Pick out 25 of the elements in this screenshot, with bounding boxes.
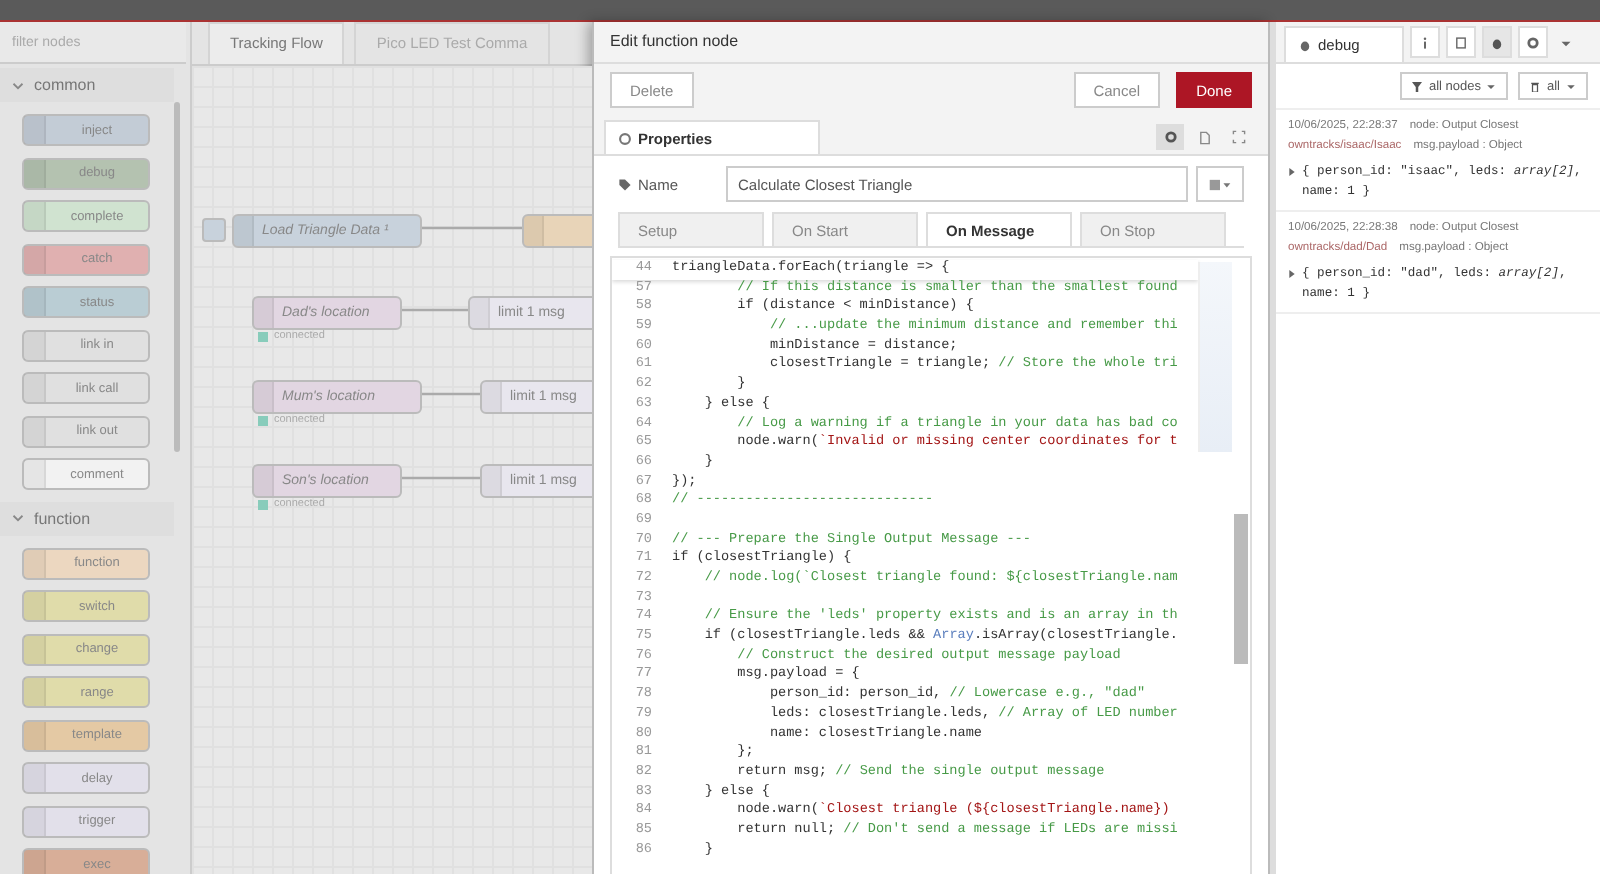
code-editor[interactable] <box>610 256 1252 874</box>
caret-icon <box>1566 81 1576 91</box>
settings-icon[interactable] <box>1156 124 1184 150</box>
tag-icon <box>618 177 632 191</box>
tray-title: Edit function node <box>594 22 1268 64</box>
settings-icon <box>618 131 632 145</box>
category-label: function <box>34 509 91 527</box>
settings-icon[interactable] <box>1518 26 1548 58</box>
expand-icon[interactable] <box>1288 168 1296 176</box>
category-label: common <box>34 76 96 94</box>
wire <box>398 308 468 312</box>
icon-picker-button[interactable] <box>1196 166 1244 202</box>
caret-icon[interactable] <box>1560 38 1572 50</box>
filter-icon <box>1412 81 1423 91</box>
wire <box>418 226 522 230</box>
category-header[interactable]: common <box>0 68 174 102</box>
flow-node[interactable] <box>522 214 592 248</box>
caret-icon <box>1486 81 1497 91</box>
expand-icon[interactable] <box>1288 270 1296 278</box>
wire <box>418 392 480 396</box>
image-caret-icon <box>1208 177 1232 191</box>
wire <box>398 476 480 480</box>
category-header[interactable]: function <box>0 501 174 535</box>
scrollbar[interactable] <box>174 102 180 452</box>
trash-icon <box>1530 81 1541 91</box>
